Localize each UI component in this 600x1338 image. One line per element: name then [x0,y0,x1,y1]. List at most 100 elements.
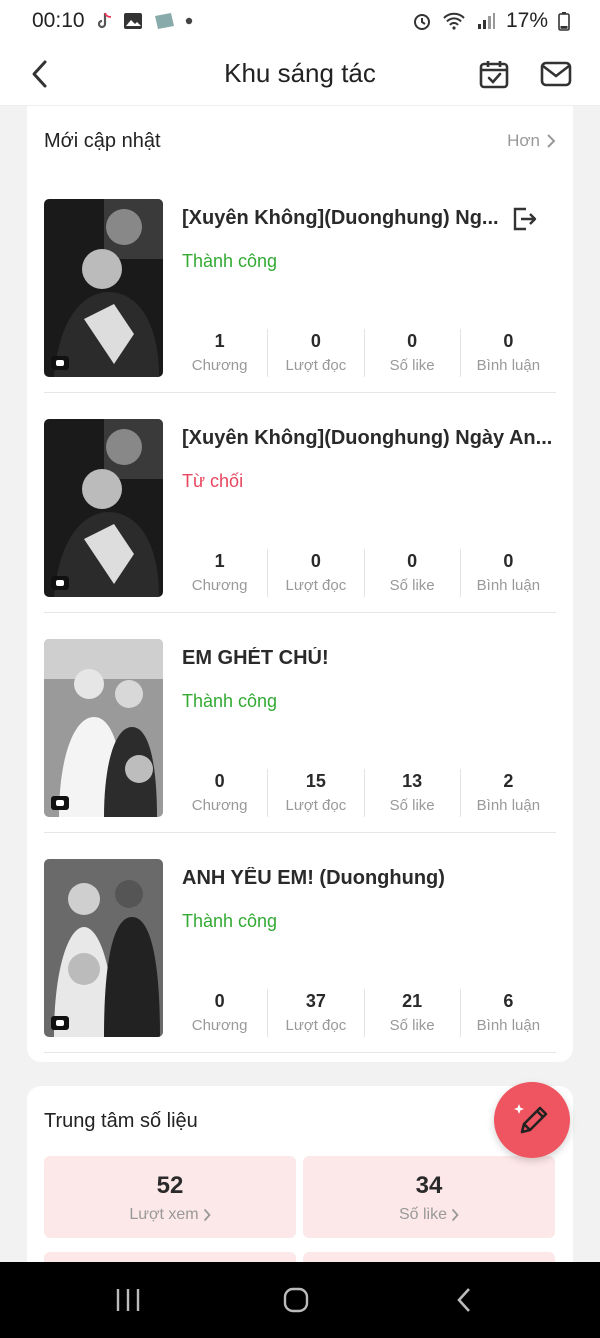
dot-icon [185,17,193,25]
section-title: Mới cập nhật [44,129,161,152]
battery-percent: 17% [505,9,548,32]
calendar-button[interactable] [474,54,514,94]
status-bar: 00:10 17% [0,0,600,42]
cover-image [44,859,163,1037]
recent-apps-button[interactable] [110,1284,146,1316]
stat-label: Bình luận [476,357,541,374]
stat-comments: 0 Bình luận [461,549,556,597]
cover-image [44,639,163,817]
signal-icon [476,12,496,30]
stat-label: Lượt đọc [285,1017,347,1034]
stat-likes: 13 Số like [365,769,461,817]
stat-label: Chương [191,577,248,594]
work-title: EM GHÉT CHÚ! [182,647,329,669]
stat-value: 0 [214,771,225,791]
recent-updates-header: Mới cập nhật Hơn [27,106,573,160]
stat-label: Số like [389,357,435,374]
stat-value: 0 [214,991,225,1011]
likes-metric[interactable]: 34 Số like [303,1156,555,1238]
system-back-button[interactable] [446,1284,482,1316]
status-label: Thành công [182,251,278,271]
stat-value: 1 [214,331,225,351]
stat-likes: 21 Số like [365,989,461,1037]
stat-value: 13 [402,771,423,791]
photo-icon [153,12,175,30]
stat-likes: 0 Số like [365,329,461,377]
stat-value: 0 [310,551,321,571]
section-title: Trung tâm số liệu [44,1109,198,1132]
metric-label: Số like [398,1206,448,1223]
stat-value: 21 [402,991,423,1011]
calendar-check-icon [479,61,509,89]
exit-button[interactable] [508,203,540,235]
views-metric[interactable]: 52 Lượt xem [44,1156,296,1238]
status-label: Thành công [182,911,278,931]
stat-chapters: 0 Chương [172,989,269,1037]
stat-label: Chương [191,357,248,374]
stat-label: Lượt đọc [285,797,347,814]
stat-value: 37 [305,991,326,1011]
work-stats: 0 Chương 15 Lượt đọc 13 Số like 2 Bình luận [172,769,556,817]
stat-value: 6 [503,991,514,1011]
write-fab-button[interactable] [494,1082,570,1158]
mail-icon [540,61,572,87]
work-item[interactable]: EM GHÉT CHÚ! Thành công 0 Chương 15 Lượt đ… [44,639,556,833]
stat-likes: 0 Số like [365,549,461,597]
app-header: Khu sáng tác [0,42,600,106]
wifi-icon [442,12,466,30]
status-label: Từ chối [182,471,244,491]
cover-image [44,199,163,377]
chat-badge-icon [51,576,69,590]
stat-label: Bình luận [476,577,541,594]
work-stats: 1 Chương 0 Lượt đọc 0 Số like 0 Bình luận [172,549,556,597]
pencil-sparkle-icon [514,1104,548,1134]
more-link[interactable]: Hơn [507,131,556,151]
home-icon [283,1287,309,1313]
stat-value: 2 [503,771,514,791]
chevron-left-icon [32,60,47,88]
data-center-card: Trung tâm số liệu 52 Lượt xem 34 Số like [27,1086,573,1286]
clock: 00:10 [32,9,85,32]
chat-badge-icon [51,356,69,370]
work-stats: 1 Chương 0 Lượt đọc 0 Số like 0 Bình luận [172,329,556,377]
recent-apps-icon [116,1289,140,1311]
work-item[interactable]: ANH YÊU EM! (Duonghung) Thành công 0 Chươ… [44,859,556,1053]
recent-updates-card: Mới cập nhật Hơn [Xuyên Không](Duonghung… [27,106,573,1062]
stat-label: Lượt đọc [285,357,347,374]
chevron-right-icon [547,134,556,148]
stat-comments: 6 Bình luận [461,989,556,1037]
work-title: [Xuyên Không](Duonghung) Ngày An... [182,427,553,449]
work-title: ANH YÊU EM! (Duonghung) [182,867,445,889]
back-button[interactable] [20,54,60,94]
more-label: Hơn [507,131,540,150]
stat-value: 0 [407,551,418,571]
stat-value: 0 [503,551,514,571]
stat-value: 1 [214,551,225,571]
alarm-icon [412,11,432,31]
stat-comments: 2 Bình luận [461,769,556,817]
stat-label: Chương [191,797,248,814]
metric-value: 34 [415,1172,443,1199]
work-item[interactable]: [Xuyên Không](Duonghung) Ngày An... Từ c… [44,419,556,613]
mail-button[interactable] [536,54,576,94]
cover-image [44,419,163,597]
metric-label: Lượt xem [129,1206,199,1223]
stat-label: Lượt đọc [285,577,347,594]
metric-label-row: Số like [303,1206,555,1224]
stat-label: Bình luận [476,797,541,814]
stat-label: Chương [191,1017,248,1034]
stat-reads: 37 Lượt đọc [268,989,365,1037]
status-label: Thành công [182,691,278,711]
stat-reads: 15 Lượt đọc [268,769,365,817]
work-item[interactable]: [Xuyên Không](Duonghung) Ng... Thành côn… [44,199,556,393]
stat-value: 0 [503,331,514,351]
stat-label: Bình luận [476,1017,541,1034]
stat-value: 15 [305,771,326,791]
exit-icon [513,207,537,231]
stat-chapters: 0 Chương [172,769,269,817]
stat-reads: 0 Lượt đọc [268,549,365,597]
stat-chapters: 1 Chương [172,329,269,377]
battery-icon [558,11,570,31]
stat-label: Số like [389,797,435,814]
home-button[interactable] [278,1284,314,1316]
